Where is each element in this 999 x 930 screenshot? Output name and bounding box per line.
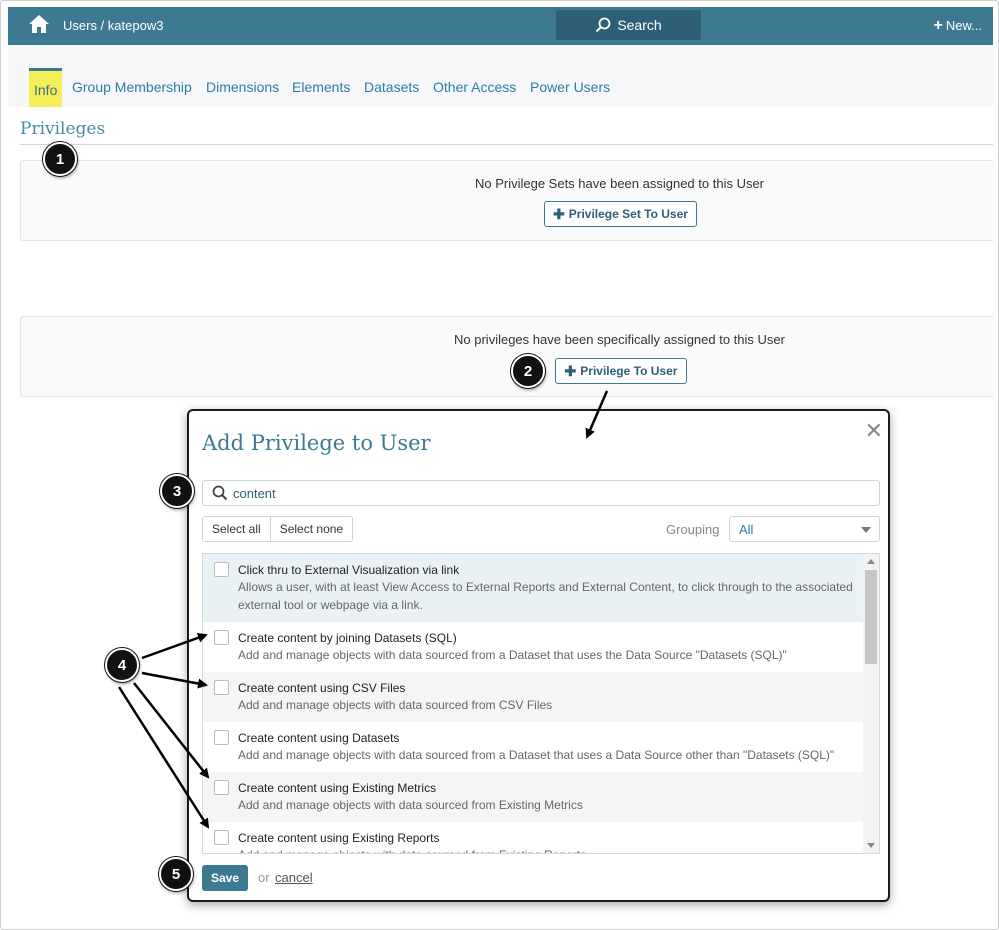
tab-other-access[interactable]: Other Access [433, 79, 516, 95]
list-item[interactable]: Create content using Datasets Add and ma… [203, 722, 864, 772]
privilege-description: Add and manage objects with data sourced… [238, 698, 553, 712]
scroll-thumb[interactable] [865, 570, 877, 664]
annotation-badge: 4 [105, 648, 139, 682]
privilege-sets-empty-message: No Privilege Sets have been assigned to … [474, 176, 765, 191]
grouping-select[interactable]: All [729, 516, 880, 542]
save-button[interactable]: Save [202, 865, 248, 891]
tab-group-membership[interactable]: Group Membership [72, 79, 192, 95]
privilege-description: Add and manage objects with data sourced… [238, 748, 835, 762]
privilege-name: Create content using Datasets [238, 731, 400, 745]
privilege-sets-panel: No Privilege Sets have been assigned to … [20, 160, 993, 241]
caret-down-icon [861, 527, 871, 533]
tab-elements[interactable]: Elements [292, 79, 350, 95]
new-button[interactable]: + New... [933, 16, 982, 34]
list-item[interactable]: Create content using CSV Files Add and m… [203, 672, 864, 722]
page-title: Privileges [20, 119, 106, 139]
privileges-panel: No privileges have been specifically ass… [20, 316, 993, 397]
divider [20, 144, 993, 145]
top-bar: Users / katepow3 Search + New... [8, 7, 993, 45]
tab-datasets[interactable]: Datasets [364, 79, 419, 95]
list-item[interactable]: Create content by joining Datasets (SQL)… [203, 622, 864, 672]
privilege-list: Click thru to External Visualization via… [202, 553, 880, 854]
privileges-empty-message: No privileges have been specifically ass… [454, 332, 785, 347]
privilege-search-input[interactable] [233, 485, 853, 501]
home-icon[interactable] [28, 14, 50, 34]
annotation-badge: 1 [43, 142, 77, 176]
checkbox[interactable] [214, 780, 229, 795]
privilege-name: Create content using CSV Files [238, 681, 406, 695]
select-none-button[interactable]: Select none [269, 517, 353, 541]
add-privilege-set-label: Privilege Set To User [568, 207, 688, 221]
list-item[interactable]: Create content using Existing Reports Ad… [203, 822, 864, 853]
privilege-search-box [202, 480, 880, 506]
privilege-description: Allows a user, with at least View Access… [238, 580, 853, 612]
privilege-description: Add and manage objects with data sourced… [238, 798, 583, 812]
add-privilege-set-button[interactable]: ✚ Privilege Set To User [544, 201, 697, 227]
dialog-title: Add Privilege to User [202, 431, 431, 455]
privilege-name: Create content using Existing Metrics [238, 781, 437, 795]
cancel-link[interactable]: cancel [275, 870, 313, 885]
tab-bar: Info Group Membership Dimensions Element… [8, 45, 993, 107]
checkbox[interactable] [214, 680, 229, 695]
search-icon [596, 17, 611, 33]
close-icon[interactable]: ✕ [865, 420, 883, 442]
plus-icon: + [933, 16, 943, 34]
annotation-badge: 2 [511, 354, 545, 388]
search-label: Search [617, 17, 662, 33]
add-privilege-button[interactable]: ✚ Privilege To User [555, 358, 687, 384]
grouping-value: All [739, 521, 754, 537]
scroll-down-icon[interactable] [867, 843, 875, 848]
privilege-name: Create content using Existing Reports [238, 831, 440, 845]
search-button[interactable]: Search [556, 10, 701, 40]
checkbox[interactable] [214, 562, 229, 577]
grouping-label: Grouping [666, 522, 720, 537]
list-item[interactable]: Create content using Existing Metrics Ad… [203, 772, 864, 822]
add-privilege-dialog: Add Privilege to User ✕ Select all Selec… [187, 409, 890, 902]
plus-icon: ✚ [564, 362, 577, 379]
plus-icon: ✚ [553, 205, 565, 222]
list-item[interactable]: Click thru to External Visualization via… [203, 554, 864, 622]
tab-power-users[interactable]: Power Users [530, 79, 610, 95]
search-icon [212, 485, 228, 501]
privilege-name: Click thru to External Visualization via… [238, 563, 460, 577]
selection-buttons: Select all Select none [202, 516, 354, 542]
add-privilege-label: Privilege To User [580, 364, 678, 378]
or-text: or [258, 870, 270, 885]
annotation-badge: 5 [159, 857, 193, 891]
tab-info[interactable]: Info [29, 68, 63, 107]
privilege-name: Create content by joining Datasets (SQL) [238, 631, 457, 645]
checkbox[interactable] [214, 830, 229, 845]
app-frame: Users / katepow3 Search + New... Info Gr… [0, 0, 999, 930]
breadcrumb[interactable]: Users / katepow3 [63, 18, 163, 33]
scroll-up-icon[interactable] [867, 559, 875, 564]
privilege-description: Add and manage objects with data sourced… [238, 846, 858, 853]
checkbox[interactable] [214, 630, 229, 645]
tab-dimensions[interactable]: Dimensions [206, 79, 279, 95]
new-label: New... [945, 18, 982, 33]
list-scrollbar[interactable] [863, 554, 879, 853]
annotation-badge: 3 [160, 474, 194, 508]
checkbox[interactable] [214, 730, 229, 745]
privilege-description: Add and manage objects with data sourced… [238, 648, 787, 662]
select-all-button[interactable]: Select all [203, 517, 270, 541]
